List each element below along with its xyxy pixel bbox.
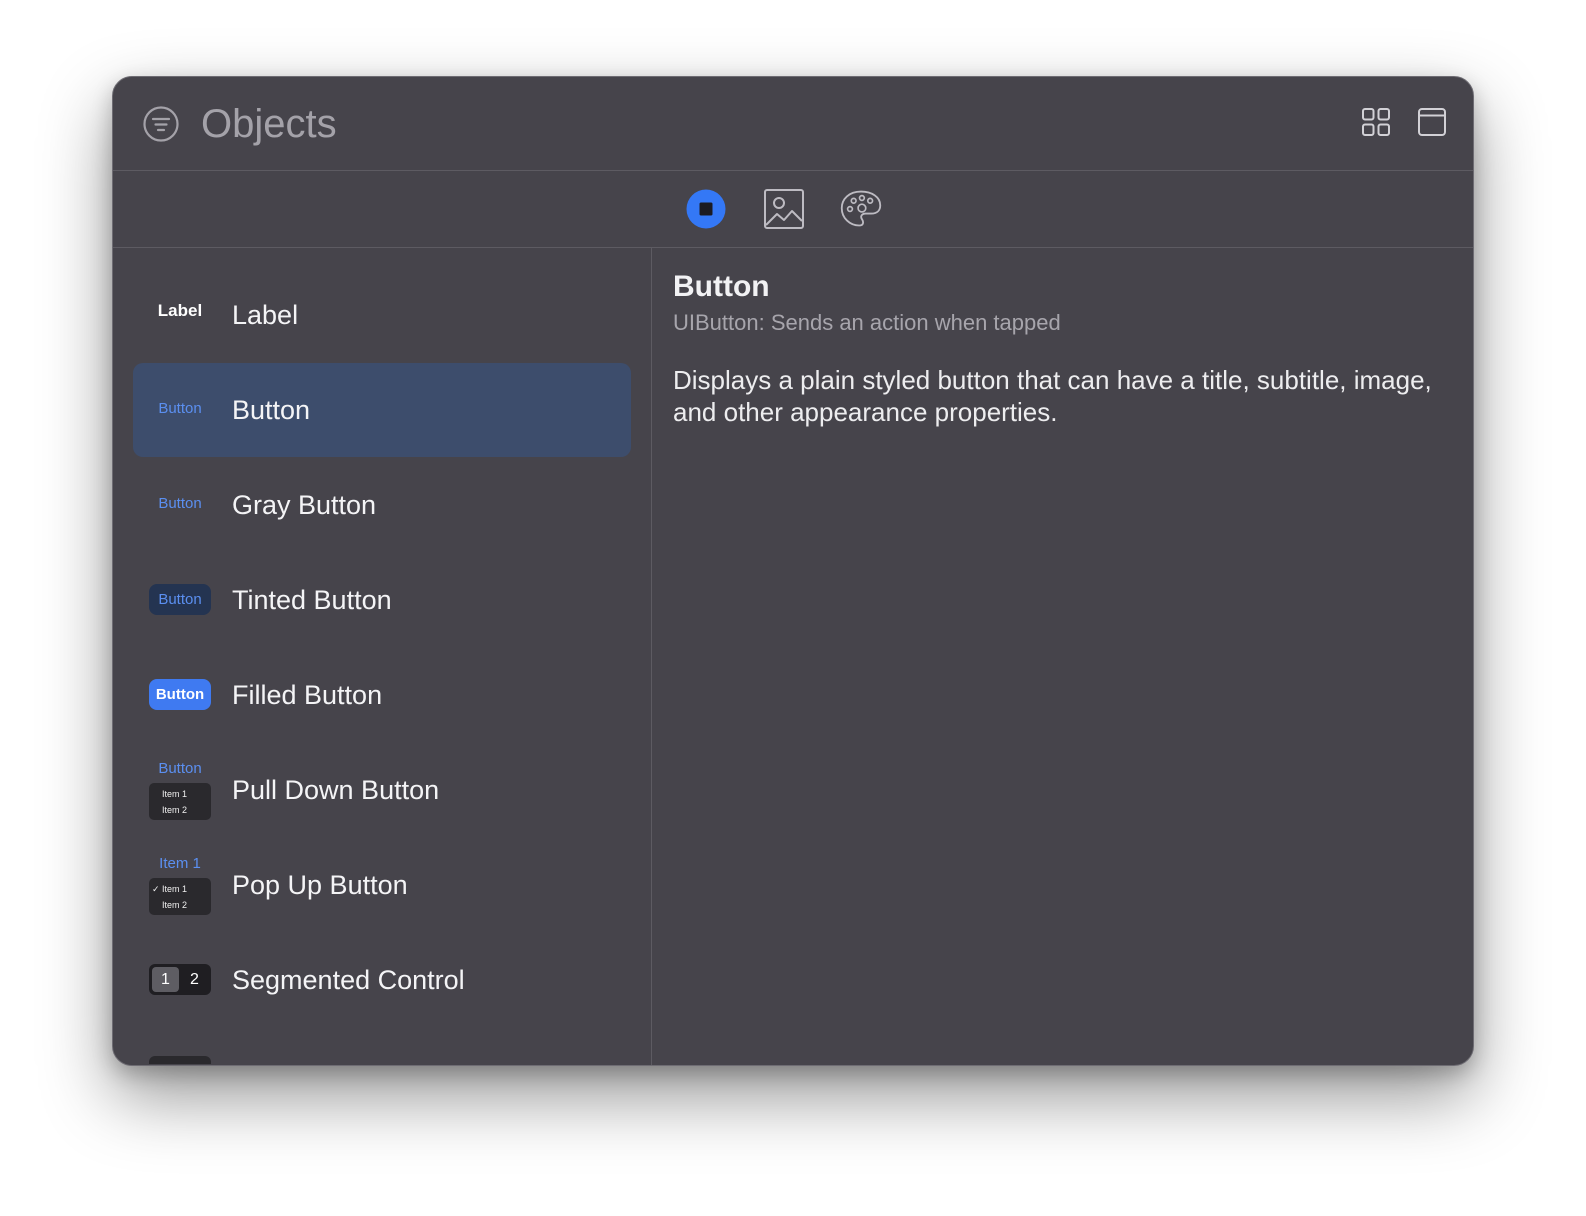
menu-item: Item 1 [162,789,188,799]
thumbnail-text: Label [157,301,203,320]
menu-item: Item 2 [162,805,188,815]
item-name: Filled Button [232,680,383,710]
segment-group: 1 2 [149,964,211,995]
list-item-tinted-button[interactable]: Button Tinted Button [133,553,631,647]
pop-up-button-thumbnail: Item 1 ✓ Item 1 Item 2 [149,838,211,932]
item-name: Tinted Button [232,585,392,615]
item-name: Button [232,395,311,425]
list-item-button[interactable]: Button Button [133,363,631,457]
segment-1: 1 [152,967,179,992]
detail-pane: Button UIButton: Sends an action when ta… [653,248,1473,1065]
photo-icon[interactable] [762,187,806,231]
list-item-gray-button[interactable]: Button Gray Button [133,458,631,552]
detail-description: Displays a plain styled button that can … [673,365,1432,427]
list-item-pull-down-button[interactable]: Button Item 1 Item 2 Pull Down Button [133,743,631,837]
gray-button-thumbnail: Button [149,458,211,552]
palette-icon[interactable] [839,187,883,231]
item-name: Pull Down Button [232,775,440,805]
square-stop-icon[interactable] [684,187,728,231]
grid-view-icon[interactable] [1361,107,1391,137]
list-item-label[interactable]: Label Label [133,268,631,362]
next-item-thumbnail-peek [149,1056,211,1064]
list-item-segmented-control[interactable]: 1 2 Segmented Control [133,933,631,1027]
thumbnail-menu: Item 1 Item 2 [149,783,211,820]
list-item-pop-up-button[interactable]: Item 1 ✓ Item 1 Item 2 Pop Up Button [133,838,631,932]
button-thumbnail: Button [149,363,211,457]
segment-2: 2 [190,971,199,988]
segmented-control-thumbnail: 1 2 [149,933,211,1027]
pull-down-button-thumbnail: Button Item 1 Item 2 [149,743,211,837]
item-name: Gray Button [232,490,377,520]
thumbnail-text: Button [158,400,202,417]
library-tab-bar [113,170,1473,248]
item-name: Pop Up Button [232,870,408,900]
item-name: Label [232,300,299,330]
menu-item-checked: ✓ Item 1 [152,884,188,894]
label-thumbnail: Label [149,268,211,362]
thumbnail-text: Button [158,760,202,777]
object-list: Label Label Button Button Button Gray Bu… [113,248,652,1065]
thumbnail-menu: ✓ Item 1 Item 2 [149,878,211,915]
detail-title: Button [673,270,770,303]
menu-item: Item 2 [162,900,188,910]
objects-library-window: Objects Label Label Button Button Button… [112,76,1474,1066]
thumbnail-text: Button [149,584,211,615]
search-field-title[interactable]: Objects [201,99,337,149]
window-icon[interactable] [1417,107,1447,137]
thumbnail-text: Button [158,495,202,512]
tinted-button-thumbnail: Button [149,553,211,647]
thumbnail-text: Item 1 [159,855,201,872]
filled-button-thumbnail: Button [149,648,211,742]
detail-subtitle: UIButton: Sends an action when tapped [673,310,1061,335]
item-name: Segmented Control [232,965,465,995]
thumbnail-text: Button [149,679,211,710]
title-bar: Objects [113,77,1473,171]
filter-icon[interactable] [143,106,179,142]
list-item-filled-button[interactable]: Button Filled Button [133,648,631,742]
